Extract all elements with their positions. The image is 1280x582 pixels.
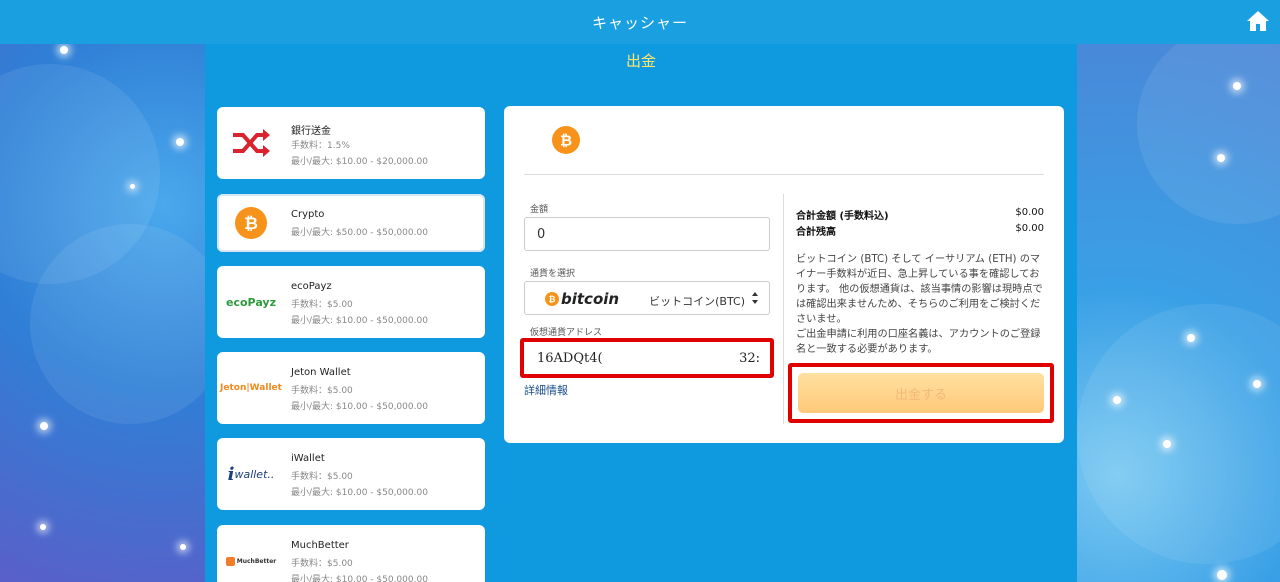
notice-text: ビットコイン (BTC) そして イーサリアム (ETH) のマイナー手数料が近… <box>796 254 1043 325</box>
page-title: 出金 <box>625 52 656 70</box>
details-link[interactable]: 詳細情報 <box>524 382 568 398</box>
method-fee: 手数料：$5.00 <box>291 300 353 310</box>
total-label: 合計金額 (手数料込) <box>796 211 889 222</box>
method-limit: 最小/最大: $10.00 - $50,000.00 <box>291 316 428 326</box>
header-title: キャッシャー <box>591 13 688 32</box>
address-input[interactable]: 16ADQt4( 32: <box>520 338 774 378</box>
home-icon[interactable] <box>1246 10 1270 32</box>
method-limit: 最小/最大: $10.00 - $50,000.00 <box>291 402 428 412</box>
withdrawal-panel: ₿ 金額 通貨を選択 ₿ bitcoin ビットコイン(BTC) 仮 <box>504 106 1064 443</box>
currency-label: 通貨を選択 <box>530 269 576 279</box>
amount-input[interactable] <box>524 217 770 251</box>
fee-notice: ビットコイン (BTC) そして イーサリアム (ETH) のマイナー手数料が近… <box>796 252 1046 357</box>
method-limit: 最小/最大: $10.00 - $50,000.00 <box>291 575 428 582</box>
currency-value: ビットコイン(BTC) <box>649 295 745 308</box>
total-row: 合計金額 (手数料込) $0.00 <box>796 207 1044 222</box>
select-arrows-icon <box>752 292 758 304</box>
method-iwallet[interactable]: i wallet.. iWallet 手数料：$5.00 最小/最大: $10.0… <box>217 438 485 510</box>
address-label: 仮想通貨アドレス <box>530 328 603 338</box>
jeton-wallet-logo: Jeton|Wallet <box>220 383 282 393</box>
method-limit: 最小/最大: $10.00 - $20,000.00 <box>291 157 428 167</box>
right-background <box>1077 44 1280 582</box>
amount-label: 金額 <box>530 205 549 215</box>
divider <box>524 174 1044 175</box>
iwallet-logo: i wallet.. <box>227 463 275 485</box>
bitcoin-icon: ₿ <box>545 292 559 306</box>
method-crypto[interactable]: ₿ Crypto 最小/最大: $50.00 - $50,000.00 <box>217 194 485 252</box>
method-name: ecoPayz <box>291 281 332 292</box>
method-muchbetter[interactable]: MuchBetter MuchBetter 手数料：$5.00 最小/最大: $… <box>217 525 485 582</box>
method-limit: 最小/最大: $50.00 - $50,000.00 <box>291 228 428 238</box>
ecopayz-logo: ecoPayz <box>226 295 276 309</box>
method-fee: 手数料：$5.00 <box>291 386 353 396</box>
bitcoin-logo: ₿ bitcoin <box>545 290 619 308</box>
notice-text: ご出金申請に利用の口座名義は、アカウントのご登録名と一致する必要があります。 <box>796 329 1041 355</box>
total-value: $0.00 <box>1015 207 1044 218</box>
address-end: 32: <box>739 351 760 366</box>
balance-label: 合計残高 <box>796 227 836 238</box>
method-fee: 手数料：$5.00 <box>291 559 353 569</box>
left-background <box>0 44 205 582</box>
currency-select[interactable]: ₿ bitcoin ビットコイン(BTC) <box>524 281 770 315</box>
method-name: Crypto <box>291 209 325 220</box>
shuffle-icon <box>217 107 285 179</box>
balance-row: 合計残高 $0.00 <box>796 223 1044 238</box>
top-bar: キャッシャー <box>0 0 1280 44</box>
svg-text:₿: ₿ <box>560 131 572 149</box>
method-fee: 手数料：1.5% <box>291 141 350 151</box>
divider <box>783 194 784 424</box>
withdraw-button[interactable]: 出金する <box>798 373 1044 413</box>
method-name: 銀行送金 <box>291 126 331 137</box>
submit-highlight: 出金する <box>788 363 1054 423</box>
method-fee: 手数料：$5.00 <box>291 472 353 482</box>
svg-text:₿: ₿ <box>549 294 556 304</box>
bitcoin-icon: ₿ <box>552 126 580 158</box>
balance-value: $0.00 <box>1015 223 1044 234</box>
bitcoin-icon: ₿ <box>217 194 285 252</box>
method-name: Jeton Wallet <box>291 367 351 378</box>
method-name: iWallet <box>291 453 325 464</box>
method-name: MuchBetter <box>291 540 349 551</box>
address-start: 16ADQt4( <box>537 351 603 366</box>
method-limit: 最小/最大: $10.00 - $50,000.00 <box>291 488 428 498</box>
svg-text:₿: ₿ <box>244 214 258 234</box>
method-bank-transfer[interactable]: 銀行送金 手数料：1.5% 最小/最大: $10.00 - $20,000.00 <box>217 107 485 179</box>
method-ecopayz[interactable]: ecoPayz ecoPayz 手数料：$5.00 最小/最大: $10.00 … <box>217 266 485 338</box>
muchbetter-logo: MuchBetter <box>217 525 285 582</box>
method-jeton-wallet[interactable]: Jeton|Wallet Jeton Wallet 手数料：$5.00 最小/最… <box>217 352 485 424</box>
main-content: 出金 銀行送金 手数料：1.5% 最小/最大: $10.00 - $20,000… <box>205 44 1077 582</box>
